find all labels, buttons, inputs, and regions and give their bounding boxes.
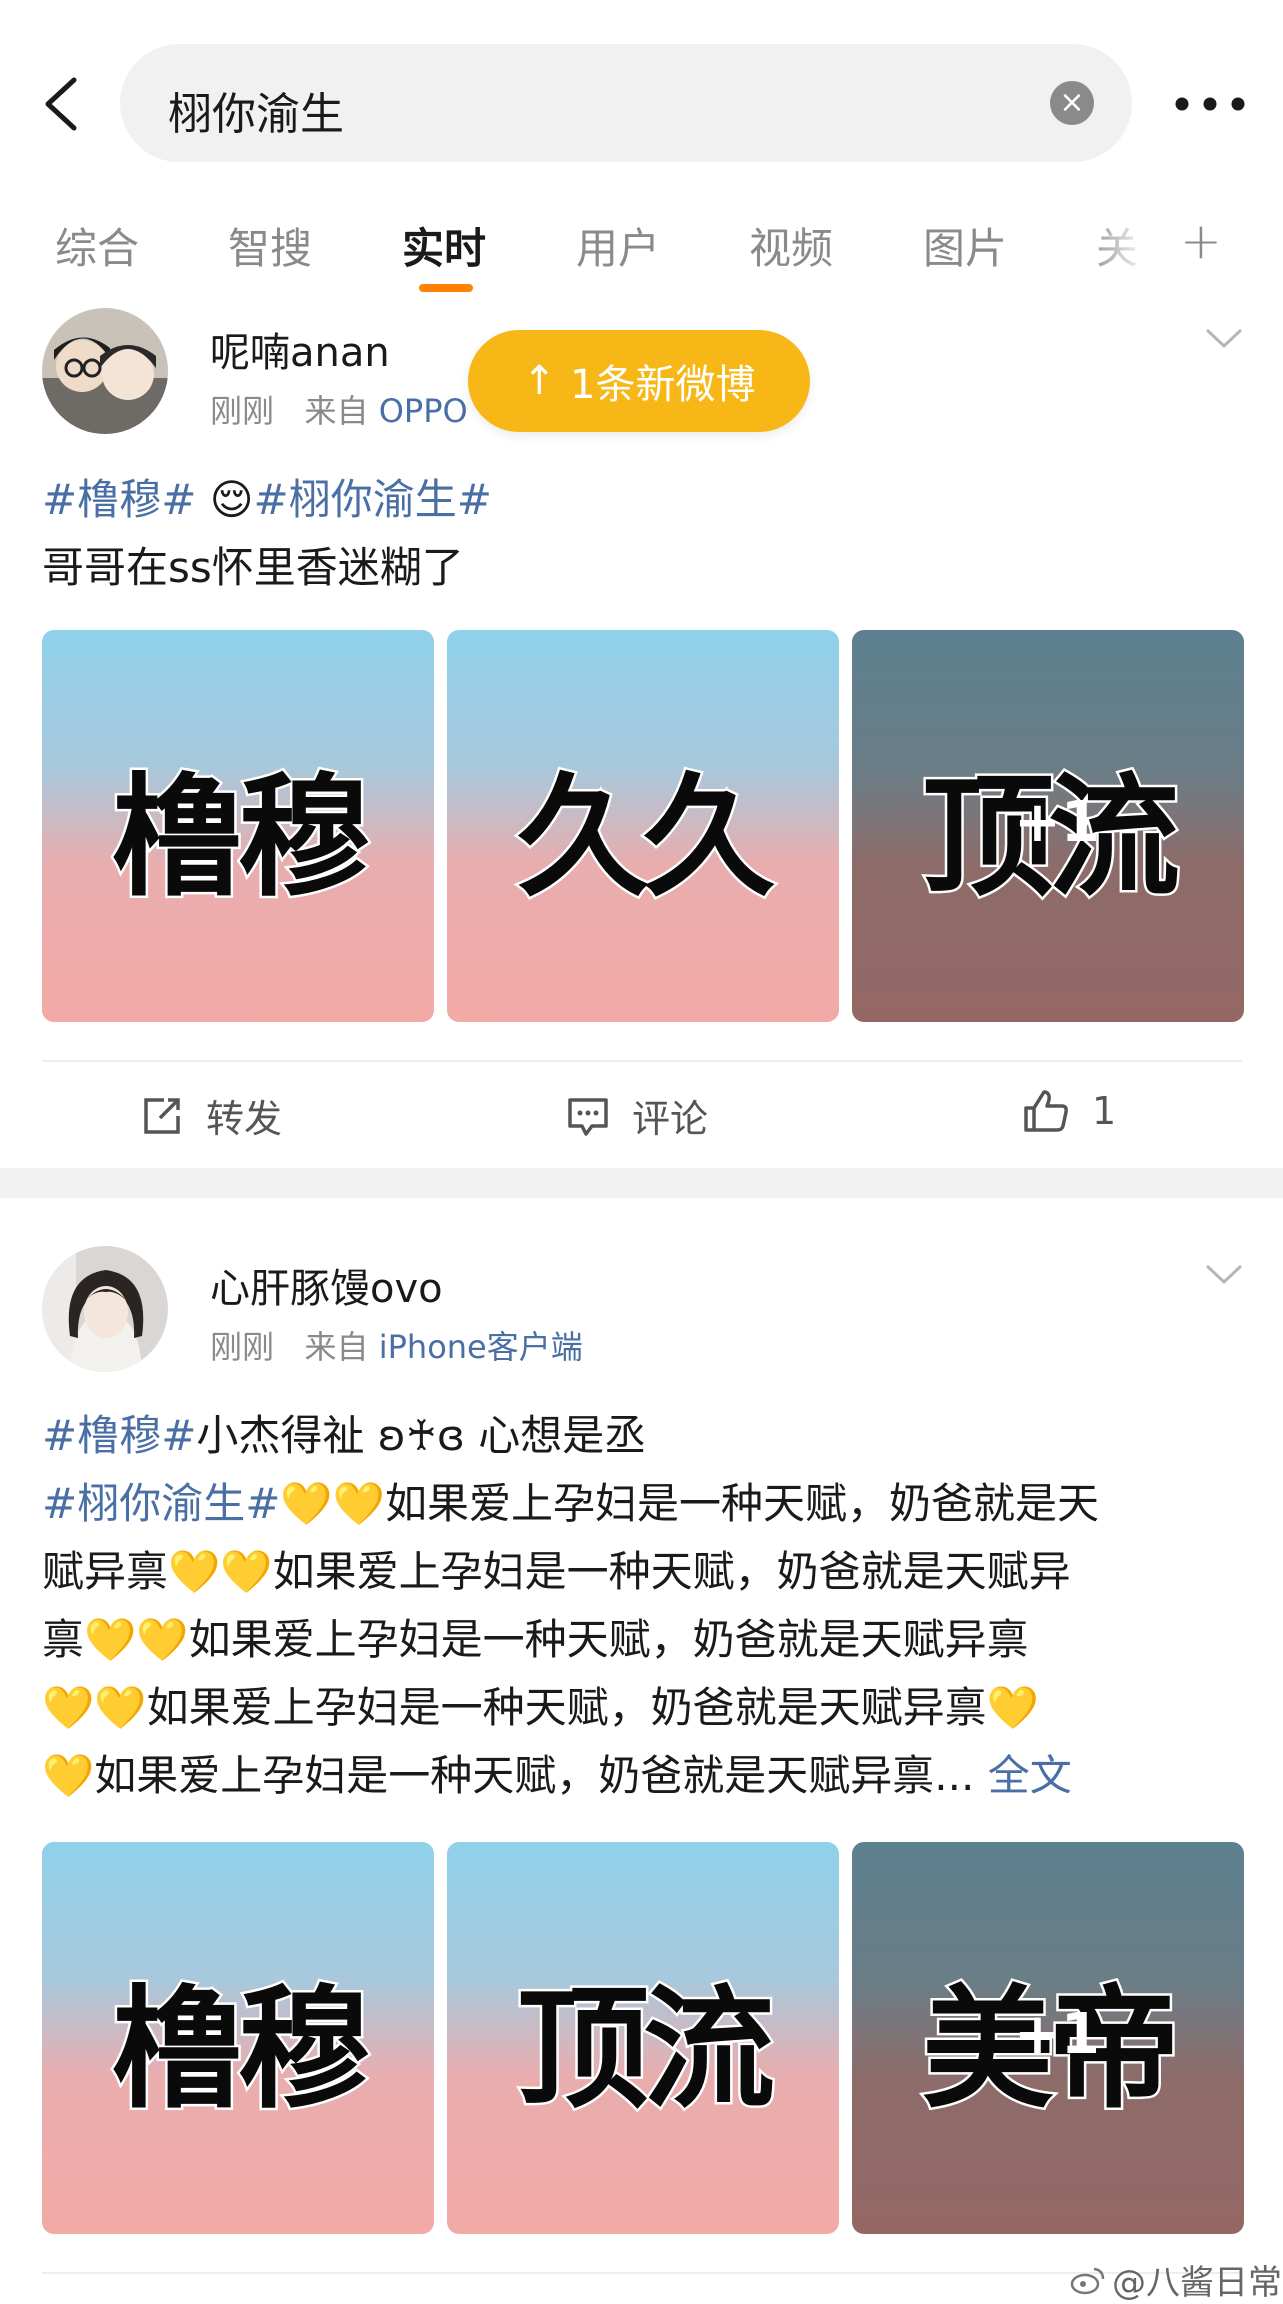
chevron-down-icon[interactable] (1204, 326, 1244, 350)
post-text-line: 如果爱上孕妇是一种天赋，奶爸就是天赋异 (272, 1547, 1071, 1596)
thumbs-up-icon (1024, 1090, 1068, 1132)
yellow-heart-icon: 💛💛 (280, 1479, 385, 1528)
post-from-label: 来自 (304, 392, 369, 430)
tab-smart-search[interactable]: 智搜 (228, 215, 312, 276)
avatar[interactable] (42, 1246, 168, 1372)
post-image-more[interactable]: 顶流 +1 (852, 630, 1244, 1022)
hashtag-link[interactable]: #栩你渝生# (254, 475, 492, 524)
post-text-line: 哥哥在ss怀里香迷糊了 (42, 543, 464, 592)
divider (42, 2272, 1242, 2274)
hashtag-link[interactable]: #栩你渝生# (42, 1479, 280, 1528)
like-count: 1 (1092, 1089, 1117, 1133)
comment-label: 评论 (632, 1097, 709, 1141)
avatar-image (42, 308, 168, 434)
post-source[interactable]: OPPO (379, 392, 468, 430)
hashtag-link[interactable]: #橹穆# (42, 1411, 196, 1460)
post-image-more[interactable]: 美帝 +1 (852, 1842, 1244, 2234)
post-text-line: 如果爱上孕妇是一种天赋，奶爸就是天 (384, 1479, 1099, 1528)
new-posts-button[interactable]: ↑ 1条新微博 (468, 330, 810, 432)
tab-realtime[interactable]: 实时 (402, 215, 486, 276)
post-body: #橹穆#小杰得祉 ʚ♰ɞ 心想是丞 #栩你渝生#💛💛如果爱上孕妇是一种天赋，奶爸… (42, 1402, 1252, 1810)
post-body: #橹穆# 😌#栩你渝生# 哥哥在ss怀里香迷糊了 (42, 466, 1242, 602)
yellow-heart-icon: 💛💛 (42, 1683, 147, 1732)
more-images-count: +1 (1014, 2002, 1100, 2067)
comment-icon (568, 1097, 608, 1136)
hashtag-link[interactable]: #橹穆# (42, 475, 196, 524)
post-text-line: 小杰得祉 ʚ♰ɞ 心想是丞 (196, 1411, 647, 1460)
post-text-line: 如果爱上孕妇是一种天赋，奶爸就是天赋异禀... (94, 1751, 975, 1800)
tab-users[interactable]: 用户 (576, 215, 660, 276)
post-text-line: 赋异禀 (42, 1547, 169, 1596)
post-image[interactable]: 橹穆 (42, 630, 434, 1022)
repost-button[interactable]: 转发 (140, 1088, 282, 1143)
post-meta: 刚刚 来自 iPhone客户端 (210, 1322, 583, 1368)
search-bar[interactable]: 栩你渝生 × (120, 44, 1132, 162)
divider (42, 1060, 1242, 1062)
yellow-heart-icon: 💛💛 (168, 1547, 273, 1596)
tab-images[interactable]: 图片 (923, 215, 1007, 276)
yellow-heart-icon: 💛💛 (84, 1615, 189, 1664)
post-username[interactable]: 呢喃anan (210, 320, 390, 378)
post-image[interactable]: 橹穆 (42, 1842, 434, 2234)
add-tab-icon[interactable]: + (1180, 212, 1222, 270)
post-source[interactable]: iPhone客户端 (379, 1328, 583, 1366)
image-text: 橹穆 (110, 1970, 373, 2129)
post-text-line: 禀 (42, 1615, 85, 1664)
post-text-line: 如果爱上孕妇是一种天赋，奶爸就是天赋异禀 (188, 1615, 1029, 1664)
emoji-icon: 😌 (209, 475, 254, 524)
post-from-label: 来自 (304, 1328, 369, 1366)
tab-videos[interactable]: 视频 (749, 215, 833, 276)
image-text: 久久 (515, 758, 778, 917)
search-input[interactable]: 栩你渝生 (168, 78, 344, 142)
image-text: 橹穆 (110, 758, 373, 917)
back-arrow-icon[interactable] (36, 74, 96, 134)
share-icon (144, 1097, 180, 1134)
new-posts-label: 1条新微博 (570, 362, 756, 408)
more-images-count: +1 (1014, 790, 1100, 855)
chevron-down-icon[interactable] (1204, 1262, 1244, 1286)
tab-fade-overlay (1085, 200, 1175, 270)
full-text-link[interactable]: 全文 (988, 1751, 1072, 1800)
post-username[interactable]: 心肝豚馒ovo (210, 1256, 443, 1314)
weibo-logo-icon (1070, 2267, 1105, 2294)
repost-label: 转发 (206, 1097, 283, 1141)
watermark: @八酱日常 (1070, 2255, 1282, 2304)
post-meta: 刚刚 来自 OPPO (210, 386, 468, 432)
image-text: 顶流 (515, 1970, 778, 2129)
yellow-heart-icon: 💛 (42, 1751, 95, 1800)
post-time: 刚刚 (210, 392, 275, 430)
yellow-heart-icon: 💛 (986, 1683, 1039, 1732)
avatar-image (42, 1246, 168, 1372)
post-text-line: 如果爱上孕妇是一种天赋，奶爸就是天赋异禀 (146, 1683, 987, 1732)
post-image[interactable]: 久久 (447, 630, 839, 1022)
post-image[interactable]: 顶流 (447, 1842, 839, 2234)
comment-button[interactable]: 评论 (566, 1088, 708, 1143)
clear-search-icon[interactable]: × (1050, 81, 1094, 125)
avatar[interactable] (42, 308, 168, 434)
tab-active-indicator (419, 284, 473, 292)
feed-separator (0, 1168, 1283, 1198)
post-time: 刚刚 (210, 1328, 275, 1366)
watermark-text: @八酱日常 (1112, 2263, 1282, 2303)
tab-comprehensive[interactable]: 综合 (55, 215, 139, 276)
arrow-up-icon: ↑ (522, 358, 557, 404)
like-button[interactable]: 1 (1022, 1088, 1116, 1134)
more-icon[interactable] (1172, 94, 1248, 114)
